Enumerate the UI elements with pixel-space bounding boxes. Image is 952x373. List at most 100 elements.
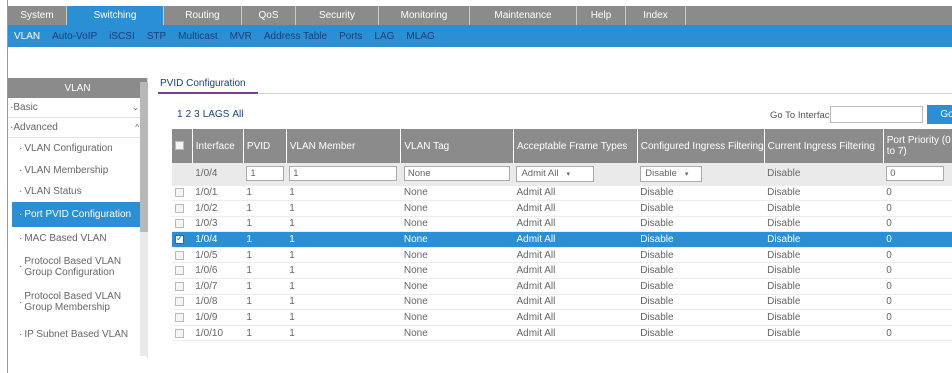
- table-row[interactable]: 1/0/411NoneAdmit AllDisableDisable0: [172, 231, 952, 248]
- row-checkbox[interactable]: [175, 328, 184, 338]
- cell-vlan-member: 1: [286, 247, 401, 264]
- sidebar-section-advanced-label: Advanced: [13, 122, 58, 133]
- select-all-checkbox[interactable]: [175, 141, 184, 151]
- cell-pvid: 1: [243, 262, 287, 280]
- cell-configured-filtering: Disable: [637, 200, 765, 217]
- subnav-vlan[interactable]: VLAN: [14, 31, 40, 42]
- nav-tab-maintenance[interactable]: Maintenance: [470, 6, 577, 25]
- subnav-stp[interactable]: STP: [147, 31, 166, 42]
- nav-tab-help[interactable]: Help: [577, 6, 626, 25]
- subnav-auto-voip[interactable]: Auto-VoIP: [52, 31, 97, 42]
- table-row[interactable]: 1/0/2 1 1 None Admit All Disable Disable 0: [172, 200, 952, 217]
- subnav-mlag[interactable]: MLAG: [406, 31, 434, 42]
- table-row[interactable]: 1/0/1 1 1 None Admit All Disable Disable 0: [172, 185, 952, 202]
- sidebar-item-protocol-based-vlan-group-configuration[interactable]: · Protocol Based VLAN Group Configuration: [8, 249, 147, 285]
- sidebar-section-advanced[interactable]: · Advanced ^: [8, 118, 147, 138]
- go-button[interactable]: Go: [927, 105, 952, 124]
- cell-port-priority: 0: [883, 294, 952, 311]
- sidebar-item-ip-subnet-based-vlan[interactable]: · IP Subnet Based VLAN: [8, 320, 147, 350]
- row-select-cell: [172, 200, 193, 217]
- vlan-tag-input[interactable]: None: [403, 166, 510, 182]
- cell-vlan-member: 1: [286, 278, 401, 295]
- filter-all[interactable]: All: [232, 109, 243, 120]
- sidebar-item-vlan-status[interactable]: · VLAN Status: [8, 181, 147, 202]
- sidebar-item-label: Protocol Based VLAN Group Membership: [24, 291, 122, 313]
- row-checkbox[interactable]: [175, 219, 184, 229]
- row-checkbox[interactable]: [175, 266, 184, 276]
- row-checkbox[interactable]: [175, 233, 184, 244]
- pvid-table: Interface PVID VLAN Member VLAN Tag Acce…: [172, 129, 952, 342]
- filter-2[interactable]: 2: [186, 109, 192, 120]
- cell-frame-types: Admit All: [513, 247, 638, 264]
- page-title-tab[interactable]: PVID Configuration: [158, 78, 246, 89]
- sidebar-item-label: Port PVID Configuration: [24, 209, 132, 220]
- filter-3[interactable]: 3: [194, 109, 200, 120]
- nav-tab-routing[interactable]: Routing: [164, 6, 242, 25]
- col-vlan-tag: VLAN Tag: [400, 129, 514, 163]
- table-row[interactable]: 1/0/6 1 1 None Admit All Disable Disable 0: [172, 262, 952, 280]
- table-row[interactable]: 1/0/10 1 1 None Admit All Disable Disable 0: [172, 325, 952, 342]
- cell-configured-filtering: Disable: [637, 309, 765, 326]
- cell-interface: 1/0/1: [192, 185, 244, 202]
- header-select-all[interactable]: [172, 129, 193, 163]
- row-checkbox[interactable]: [175, 250, 184, 260]
- col-current-filtering: Current Ingress Filtering: [764, 129, 884, 163]
- cell-frame-types: Admit All: [513, 200, 638, 217]
- bullet-icon: ·: [19, 143, 23, 154]
- goto-interface-input[interactable]: [830, 106, 923, 123]
- table-row[interactable]: 1/0/5 1 1 None Admit All Disable Disable 0: [172, 247, 952, 264]
- sidebar-section-basic[interactable]: · Basic ⌄: [8, 98, 147, 118]
- port-priority-input[interactable]: 0: [886, 166, 945, 182]
- cell-current-filtering: Disable: [764, 247, 884, 264]
- cell-current-filtering: Disable: [764, 200, 884, 217]
- sidebar-scrollbar-thumb[interactable]: [140, 82, 148, 232]
- sidebar-scrollbar[interactable]: [140, 82, 148, 356]
- sidebar-item-vlan-membership[interactable]: · VLAN Membership: [8, 160, 147, 181]
- cell-current-filtering: Disable: [764, 294, 884, 311]
- cell-vlan-tag: None: [400, 216, 514, 233]
- subnav-mvr[interactable]: MVR: [230, 31, 252, 42]
- cell-port-priority: 0: [883, 262, 952, 280]
- edit-current-filtering: Disable: [764, 163, 884, 186]
- row-checkbox[interactable]: [175, 297, 184, 307]
- sidebar-item-mac-based-vlan[interactable]: · MAC Based VLAN: [8, 228, 147, 249]
- edit-row: 1/0/4 1 1 None Admit All ▾ Disable ▾ Disab…: [172, 163, 952, 186]
- subnav-lag[interactable]: LAG: [374, 31, 394, 42]
- nav-tab-index[interactable]: Index: [626, 6, 686, 25]
- row-checkbox[interactable]: [175, 281, 184, 291]
- cell-vlan-tag: None: [400, 278, 514, 295]
- table-row[interactable]: 1/0/8 1 1 None Admit All Disable Disable 0: [172, 294, 952, 311]
- filter-1[interactable]: 1: [177, 109, 183, 120]
- cell-current-filtering: Disable: [764, 309, 884, 326]
- title-divider: [158, 93, 952, 94]
- cell-pvid: 1: [243, 216, 287, 233]
- table-row[interactable]: 1/0/9 1 1 None Admit All Disable Disable 0: [172, 309, 952, 326]
- nav-tab-monitoring[interactable]: Monitoring: [379, 6, 470, 25]
- nav-tab-qos[interactable]: QoS: [242, 6, 296, 25]
- sidebar-item-protocol-based-vlan-group-membership[interactable]: · Protocol Based VLAN Group Membership: [8, 285, 147, 320]
- filter-lags[interactable]: LAGS: [203, 109, 230, 120]
- subnav-ports[interactable]: Ports: [339, 31, 362, 42]
- nav-tab-system[interactable]: System: [8, 6, 67, 25]
- row-checkbox[interactable]: [175, 312, 184, 322]
- configured-filtering-select[interactable]: Disable ▾: [640, 165, 703, 182]
- edit-row-select: [172, 163, 193, 186]
- chevron-down-icon: ⌄: [132, 103, 139, 112]
- nav-tab-switching[interactable]: Switching: [67, 6, 164, 25]
- table-row[interactable]: 1/0/3 1 1 None Admit All Disable Disable 0: [172, 216, 952, 233]
- row-checkbox[interactable]: [175, 188, 184, 198]
- row-select-cell: [172, 309, 193, 326]
- table-row[interactable]: 1/0/7 1 1 None Admit All Disable Disable 0: [172, 278, 952, 295]
- vlan-member-input[interactable]: 1: [289, 166, 398, 182]
- subnav-address-table[interactable]: Address Table: [264, 31, 327, 42]
- frame-types-select[interactable]: Admit All ▾: [516, 165, 595, 182]
- sidebar-item-vlan-configuration[interactable]: · VLAN Configuration: [8, 138, 147, 160]
- sidebar-item-port-pvid-configuration[interactable]: · Port PVID Configuration: [12, 202, 147, 228]
- subnav-multicast[interactable]: Multicast: [178, 31, 217, 42]
- col-interface: Interface: [192, 129, 244, 163]
- row-checkbox[interactable]: [175, 203, 184, 213]
- cell-interface: 1/0/8: [192, 294, 244, 311]
- pvid-input[interactable]: 1: [246, 166, 285, 182]
- subnav-iscsi[interactable]: iSCSI: [109, 31, 135, 42]
- nav-tab-security[interactable]: Security: [296, 6, 379, 25]
